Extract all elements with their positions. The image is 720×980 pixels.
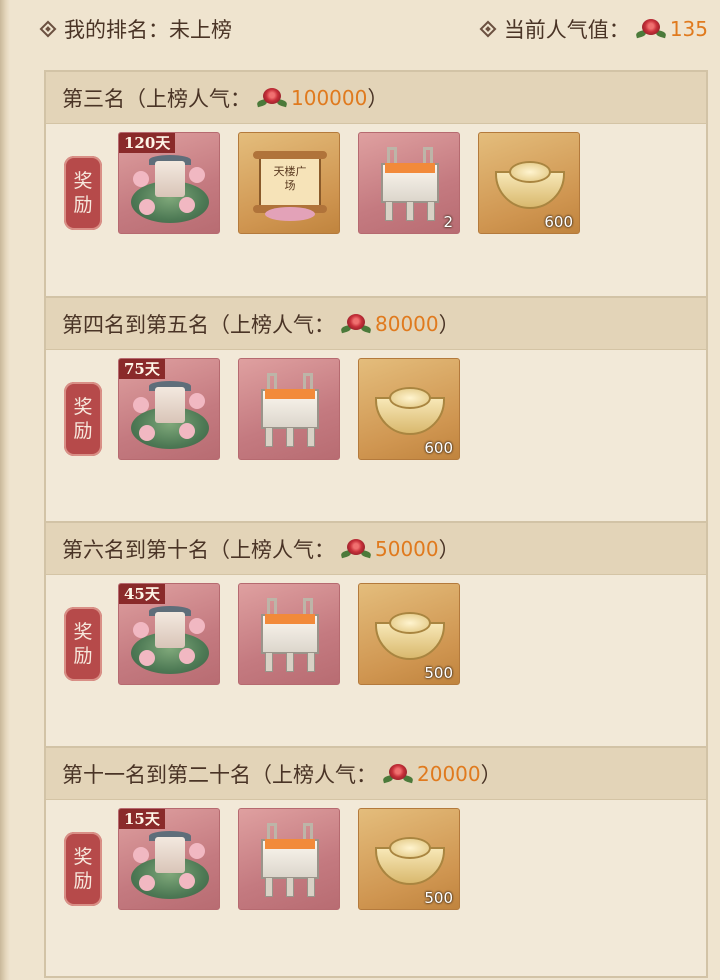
bronze-ding-icon	[253, 598, 327, 678]
reward-tag-char: 奖	[73, 846, 93, 868]
reward-item[interactable]: 2	[358, 132, 460, 234]
reward-item[interactable]: 15天	[118, 808, 220, 910]
duration-badge: 15天	[119, 809, 165, 829]
tier-rank-text: 第四名到第五名（上榜人气：	[62, 312, 335, 337]
reward-item[interactable]: 120天	[118, 132, 220, 234]
header: 我的排名： 未上榜 当前人气值： 135	[0, 0, 720, 58]
reward-item[interactable]: 600	[478, 132, 580, 234]
tier-title-close: ）	[438, 312, 460, 337]
garden-scene-icon	[129, 827, 211, 903]
tier-title: 第三名（上榜人气： 100000）	[46, 72, 706, 124]
tier-threshold: 80000	[375, 311, 439, 336]
reward-item[interactable]: 500	[358, 583, 460, 685]
duration-badge: 45天	[119, 584, 165, 604]
reward-tag-char: 奖	[73, 396, 93, 418]
item-quantity: 600	[424, 439, 453, 457]
item-quantity: 600	[544, 213, 573, 231]
rose-icon	[340, 312, 372, 336]
reward-tag: 奖励	[64, 832, 102, 906]
rose-icon	[256, 86, 288, 110]
item-quantity: 500	[424, 889, 453, 907]
tier-rewards: 奖励 120天 天楼广场 2 600	[46, 124, 706, 300]
reward-item[interactable]	[238, 358, 340, 460]
reward-item[interactable]	[238, 583, 340, 685]
duration-badge: 120天	[119, 133, 176, 153]
tier-threshold: 20000	[417, 761, 481, 786]
tier-rank-text: 第三名（上榜人气：	[62, 86, 251, 111]
tier-rewards: 奖励 75天 600	[46, 350, 706, 526]
reward-tag-char: 励	[73, 420, 93, 442]
tier-title-close: ）	[367, 86, 389, 111]
item-quantity: 2	[443, 213, 453, 231]
tier-threshold: 100000	[291, 85, 368, 110]
tier-rewards: 奖励 45天 500	[46, 575, 706, 751]
reward-tag: 奖励	[64, 156, 102, 230]
bronze-ding-icon	[253, 823, 327, 903]
gold-ingot-icon	[375, 379, 445, 439]
bronze-ding-icon	[373, 147, 447, 227]
gold-ingot-icon	[495, 153, 565, 213]
reward-tag: 奖励	[64, 607, 102, 681]
my-rank-value: 未上榜	[169, 18, 232, 42]
current-popularity: 当前人气值： 135	[479, 14, 708, 44]
tier-title-close: ）	[438, 537, 460, 562]
garden-scene-icon	[129, 377, 211, 453]
my-rank-label: 我的排名：	[64, 18, 169, 42]
gold-ingot-icon	[375, 604, 445, 664]
bronze-ding-icon	[253, 373, 327, 453]
reward-item[interactable]: 45天	[118, 583, 220, 685]
tier-rewards: 奖励 15天 500	[46, 800, 706, 976]
reward-item[interactable]	[238, 808, 340, 910]
reward-item[interactable]: 75天	[118, 358, 220, 460]
duration-badge: 75天	[119, 359, 165, 379]
tier-threshold: 50000	[375, 536, 439, 561]
page-edge	[0, 0, 10, 980]
reward-tier-section: 第十一名到第二十名（上榜人气： 20000） 奖励 15天 500	[44, 746, 708, 978]
tier-title: 第十一名到第二十名（上榜人气： 20000）	[46, 748, 706, 800]
diamond-icon	[39, 20, 57, 38]
tier-rank-text: 第六名到第十名（上榜人气：	[62, 537, 335, 562]
popularity-label: 当前人气值：	[503, 18, 630, 42]
rose-icon	[635, 17, 667, 41]
gold-ingot-icon	[375, 829, 445, 889]
reward-tier-section: 第六名到第十名（上榜人气： 50000） 奖励 45天 500	[44, 521, 708, 753]
reward-tag-char: 励	[73, 194, 93, 216]
reward-tier-section: 第四名到第五名（上榜人气： 80000） 奖励 75天 600	[44, 296, 708, 528]
scroll-icon: 天楼广场	[249, 147, 331, 223]
popularity-value: 135	[669, 17, 708, 41]
reward-tag-char: 励	[73, 645, 93, 667]
rose-icon	[340, 537, 372, 561]
reward-tag-char: 奖	[73, 621, 93, 643]
my-rank: 我的排名： 未上榜	[39, 14, 232, 44]
reward-item[interactable]: 500	[358, 808, 460, 910]
diamond-icon	[479, 20, 497, 38]
tier-rank-text: 第十一名到第二十名（上榜人气：	[62, 762, 377, 787]
reward-tier-section: 第三名（上榜人气： 100000） 奖励 120天 天楼广场 2 600	[44, 70, 708, 302]
reward-tag-char: 励	[73, 870, 93, 892]
garden-scene-icon	[129, 602, 211, 678]
reward-item[interactable]: 天楼广场	[238, 132, 340, 234]
reward-tag: 奖励	[64, 382, 102, 456]
tier-title: 第四名到第五名（上榜人气： 80000）	[46, 298, 706, 350]
tier-title: 第六名到第十名（上榜人气： 50000）	[46, 523, 706, 575]
item-quantity: 500	[424, 664, 453, 682]
reward-tag-char: 奖	[73, 170, 93, 192]
scroll-text: 天楼广场	[273, 165, 307, 192]
reward-item[interactable]: 600	[358, 358, 460, 460]
tier-title-close: ）	[480, 762, 502, 787]
rose-icon	[382, 762, 414, 786]
garden-scene-icon	[129, 151, 211, 227]
